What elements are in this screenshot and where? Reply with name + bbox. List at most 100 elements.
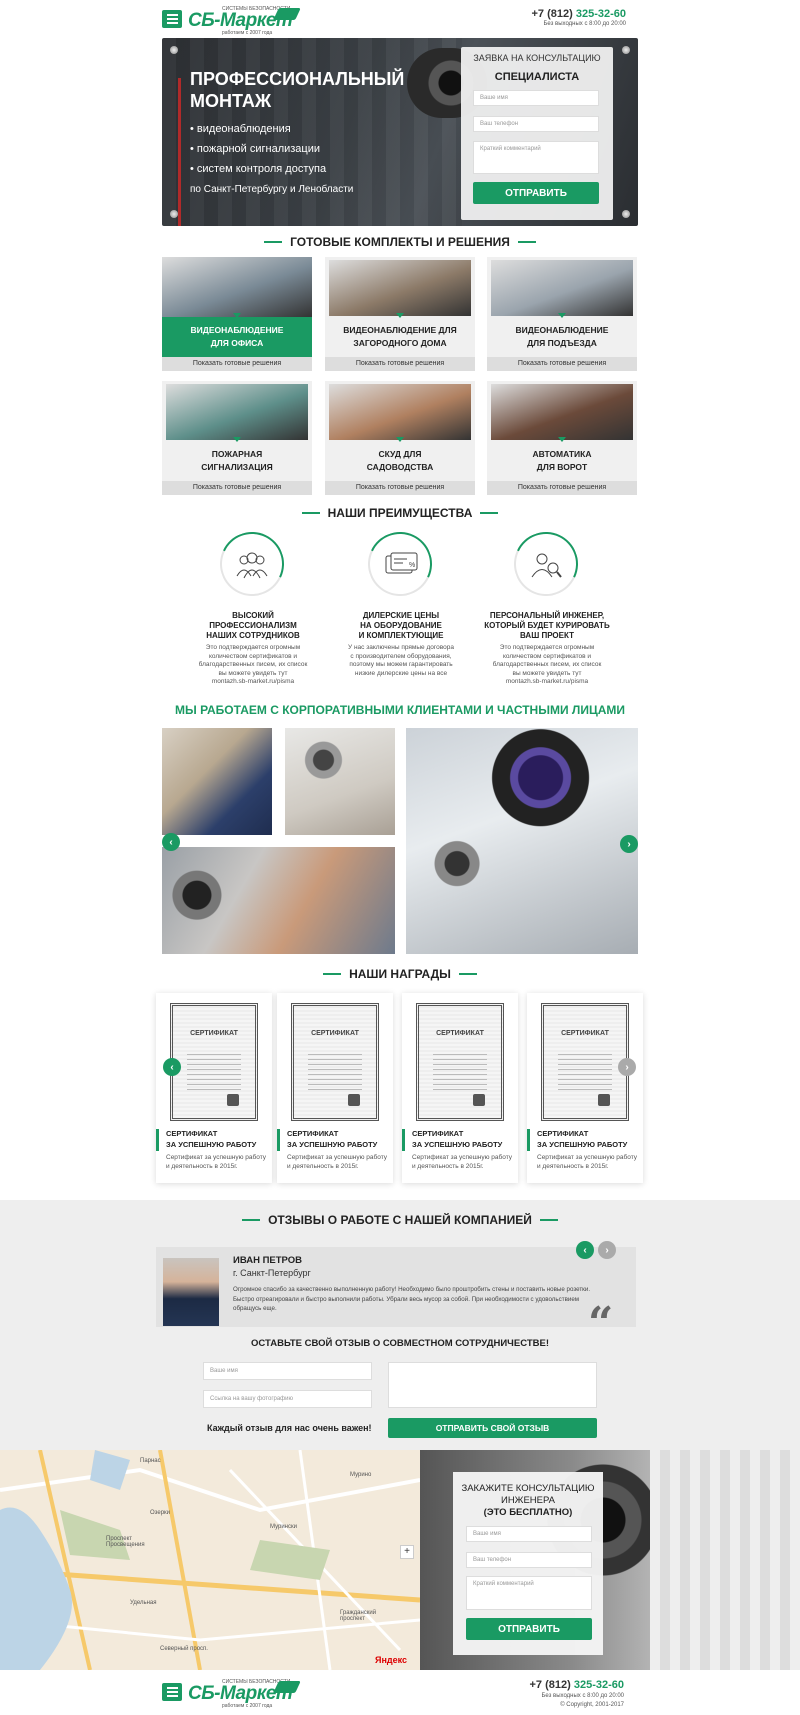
show-solutions-link[interactable]: Показать готовые решения xyxy=(162,357,312,371)
review-form-title: ОСТАВЬТЕ СВОЙ ОТЗЫВ О СОВМЕСТНОМ СОТРУДН… xyxy=(251,1338,549,1349)
solutions-title: ГОТОВЫЕ КОМПЛЕКТЫ И РЕШЕНИЯ xyxy=(0,234,800,250)
solution-card[interactable]: ВИДЕОНАБЛЮДЕНИЕ ДЛЯ ОФИСА Показать готовые… xyxy=(162,257,312,371)
name-input[interactable]: Ваше имя xyxy=(473,90,599,106)
screw-icon xyxy=(170,210,178,218)
phone-input[interactable]: Ваш телефон xyxy=(473,116,599,132)
team-icon xyxy=(235,550,269,585)
seal-icon xyxy=(473,1094,485,1106)
solution-card[interactable]: СКУД ДЛЯ САДОВОДСТВА Показать готовые реше… xyxy=(325,381,475,495)
certificate-title: СЕРТИФИКАТ ЗА УСПЕШНУЮ РАБОТУ xyxy=(412,1128,502,1150)
menu-button[interactable] xyxy=(162,10,182,28)
reviewer-avatar xyxy=(163,1258,219,1326)
screw-icon xyxy=(622,46,630,54)
awards-prev-button[interactable]: ‹ xyxy=(163,1058,181,1076)
footer-phone[interactable]: +7 (812) 325-32-60 xyxy=(530,1679,625,1691)
wiring-photo xyxy=(162,847,395,954)
reviews-prev-button[interactable]: ‹ xyxy=(576,1241,594,1259)
certificate-accent xyxy=(527,1129,530,1151)
certificate-title-line: СЕРТИФИКАТ xyxy=(537,1129,589,1138)
cta-phone-input[interactable]: Ваш телефон xyxy=(466,1552,592,1568)
certificate-title-line: СЕРТИФИКАТ xyxy=(166,1129,218,1138)
footer-menu-button[interactable] xyxy=(162,1683,182,1701)
map-label: Гражданский проспект xyxy=(340,1610,377,1622)
certificate-accent xyxy=(277,1129,280,1151)
submit-button[interactable]: ОТПРАВИТЬ xyxy=(473,182,599,204)
solution-card[interactable]: ВИДЕОНАБЛЮДЕНИЕ ДЛЯ ПОДЪЕЗДА Показать гото… xyxy=(487,257,637,371)
advantage-text-line: montazh.sb-market.ru/pisma xyxy=(211,678,295,685)
show-solutions-link[interactable]: Показать готовые решения xyxy=(162,481,312,495)
screw-icon xyxy=(170,46,178,54)
review-text: Огромное спасибо за качественно выполнен… xyxy=(233,1285,623,1314)
certificate-card[interactable]: СЕРТИФИКАТ СЕРТИФИКАТ ЗА УСПЕШНУЮ РАБОТУ Се… xyxy=(277,993,393,1183)
solution-card[interactable]: АВТОМАТИКА ДЛЯ ВОРОТ Показать готовые реше… xyxy=(487,381,637,495)
review-text-line: Огромное спасибо за качественно выполнен… xyxy=(233,1286,591,1293)
comment-input[interactable]: Краткий комментарий xyxy=(473,141,599,174)
cta-submit-button[interactable]: ОТПРАВИТЬ xyxy=(466,1618,592,1640)
advantage-text-line: У нас заключены прямые договора xyxy=(348,644,454,651)
map-label: Проспект Просвещения xyxy=(106,1536,145,1548)
lens-photo xyxy=(406,728,638,954)
seal-icon xyxy=(348,1094,360,1106)
map-label: Парнас xyxy=(140,1458,161,1464)
solution-card[interactable]: ПОЖАРНАЯ СИГНАЛИЗАЦИЯ Показать готовые реш… xyxy=(162,381,312,495)
show-solutions-link[interactable]: Показать готовые решения xyxy=(325,481,475,495)
review-name-input[interactable]: Ваше имя xyxy=(203,1362,372,1380)
awards-title: НАШИ НАГРАДЫ xyxy=(0,966,800,982)
certificate-card[interactable]: СЕРТИФИКАТ СЕРТИФИКАТ ЗА УСПЕШНУЮ РАБОТУ Се… xyxy=(527,993,643,1183)
advantage-text-line: Это подтверждается огромным xyxy=(499,644,595,651)
cta-title-line: ЗАКАЖИТЕ КОНСУЛЬТАЦИЮ xyxy=(461,1483,595,1494)
advantage-text-line: вы можете увидеть тут xyxy=(512,669,582,677)
footer-logo[interactable]: СИСТЕМЫ БЕЗОПАСНОСТИ СБ-Маркет работаем … xyxy=(188,1677,308,1709)
show-solutions-link[interactable]: Показать готовые решения xyxy=(487,481,637,495)
gallery-prev-button[interactable]: ‹ xyxy=(162,833,180,851)
certificate-image: СЕРТИФИКАТ xyxy=(170,1003,258,1121)
solution-label-line: ДЛЯ ПОДЪЕЗДА xyxy=(527,338,597,348)
logo[interactable]: СИСТЕМЫ БЕЗОПАСНОСТИ СБ-Маркет работаем … xyxy=(188,4,308,36)
review-photo-input[interactable]: Ссылка на вашу фотографию xyxy=(203,1390,372,1408)
certificate-card[interactable]: СЕРТИФИКАТ СЕРТИФИКАТ ЗА УСПЕШНУЮ РАБОТУ Се… xyxy=(402,993,518,1183)
gallery-next-button[interactable]: › xyxy=(620,835,638,853)
solution-label-line: ДЛЯ ОФИСА xyxy=(210,338,264,348)
advantage-text: Это подтверждается огромным количеством с… xyxy=(178,644,328,687)
cta-title-line: ИНЖЕНЕРА xyxy=(500,1495,556,1506)
solution-label: ВИДЕОНАБЛЮДЕНИЕ ДЛЯ ЗАГОРОДНОГО ДОМА xyxy=(325,317,475,357)
reviews-next-button[interactable]: › xyxy=(598,1241,616,1259)
cta-name-input[interactable]: Ваше имя xyxy=(466,1526,592,1542)
solutions-title-text: ГОТОВЫЕ КОМПЛЕКТЫ И РЕШЕНИЯ xyxy=(290,235,510,249)
advantage-text-line: количеством сертификатов и xyxy=(208,652,298,660)
show-solutions-link[interactable]: Показать готовые решения xyxy=(487,357,637,371)
solution-image xyxy=(166,384,308,440)
solution-image xyxy=(491,384,633,440)
show-solutions-link[interactable]: Показать готовые решения xyxy=(325,357,475,371)
header-hours: Без выходных с 8:00 до 20:00 xyxy=(543,21,626,27)
logo-tagline-bottom: работаем с 2007 года xyxy=(222,30,273,36)
phone-prefix: +7 (812) xyxy=(531,8,573,20)
hero-service-item: • систем контроля доступа xyxy=(190,163,327,175)
map-label: Северный просп. xyxy=(160,1646,208,1652)
certificate-title-line: СЕРТИФИКАТ xyxy=(412,1129,464,1138)
awards-next-button[interactable]: › xyxy=(618,1058,636,1076)
advantage-title-line: НАШИХ СОТРУДНИКОВ xyxy=(206,631,300,640)
solution-image xyxy=(329,260,471,316)
advantage-title-line: ВАШ ПРОЕКТ xyxy=(520,631,574,640)
map-label: Озерки xyxy=(150,1510,171,1516)
certificate-text-lines xyxy=(433,1050,487,1090)
certificate-card[interactable]: СЕРТИФИКАТ СЕРТИФИКАТ ЗА УСПЕШНУЮ РАБОТУ Се… xyxy=(156,993,272,1183)
phone-number: 325-32-60 xyxy=(575,8,626,20)
zoom-in-button[interactable]: + xyxy=(400,1545,414,1559)
advantage-text-line: с производителем оборудования, xyxy=(350,652,452,660)
reviews-title: ОТЗЫВЫ О РАБОТЕ С НАШЕЙ КОМПАНИЕЙ xyxy=(0,1212,800,1228)
logo-swoosh-icon xyxy=(273,8,301,20)
solution-card[interactable]: ВИДЕОНАБЛЮДЕНИЕ ДЛЯ ЗАГОРОДНОГО ДОМА Показ… xyxy=(325,257,475,371)
certificate-title-line: ЗА УСПЕШНУЮ РАБОТУ xyxy=(287,1140,378,1149)
footer-copyright: © Copyright, 2001-2017 xyxy=(560,1702,624,1708)
solution-image xyxy=(329,384,471,440)
header-phone[interactable]: +7 (812) 325-32-60 xyxy=(532,8,627,20)
certificate-title-line: ЗА УСПЕШНУЮ РАБОТУ xyxy=(166,1140,257,1149)
map[interactable]: Парнас Мурино Мурински Проспект Просвеще… xyxy=(0,1450,420,1670)
review-text-input[interactable] xyxy=(388,1362,597,1408)
solution-label-line: ВИДЕОНАБЛЮДЕНИЕ ДЛЯ xyxy=(343,325,457,335)
solution-label: СКУД ДЛЯ САДОВОДСТВА xyxy=(325,441,475,481)
cta-comment-input[interactable]: Краткий комментарий xyxy=(466,1576,592,1610)
review-submit-button[interactable]: ОТПРАВИТЬ СВОЙ ОТЗЫВ xyxy=(388,1418,597,1438)
